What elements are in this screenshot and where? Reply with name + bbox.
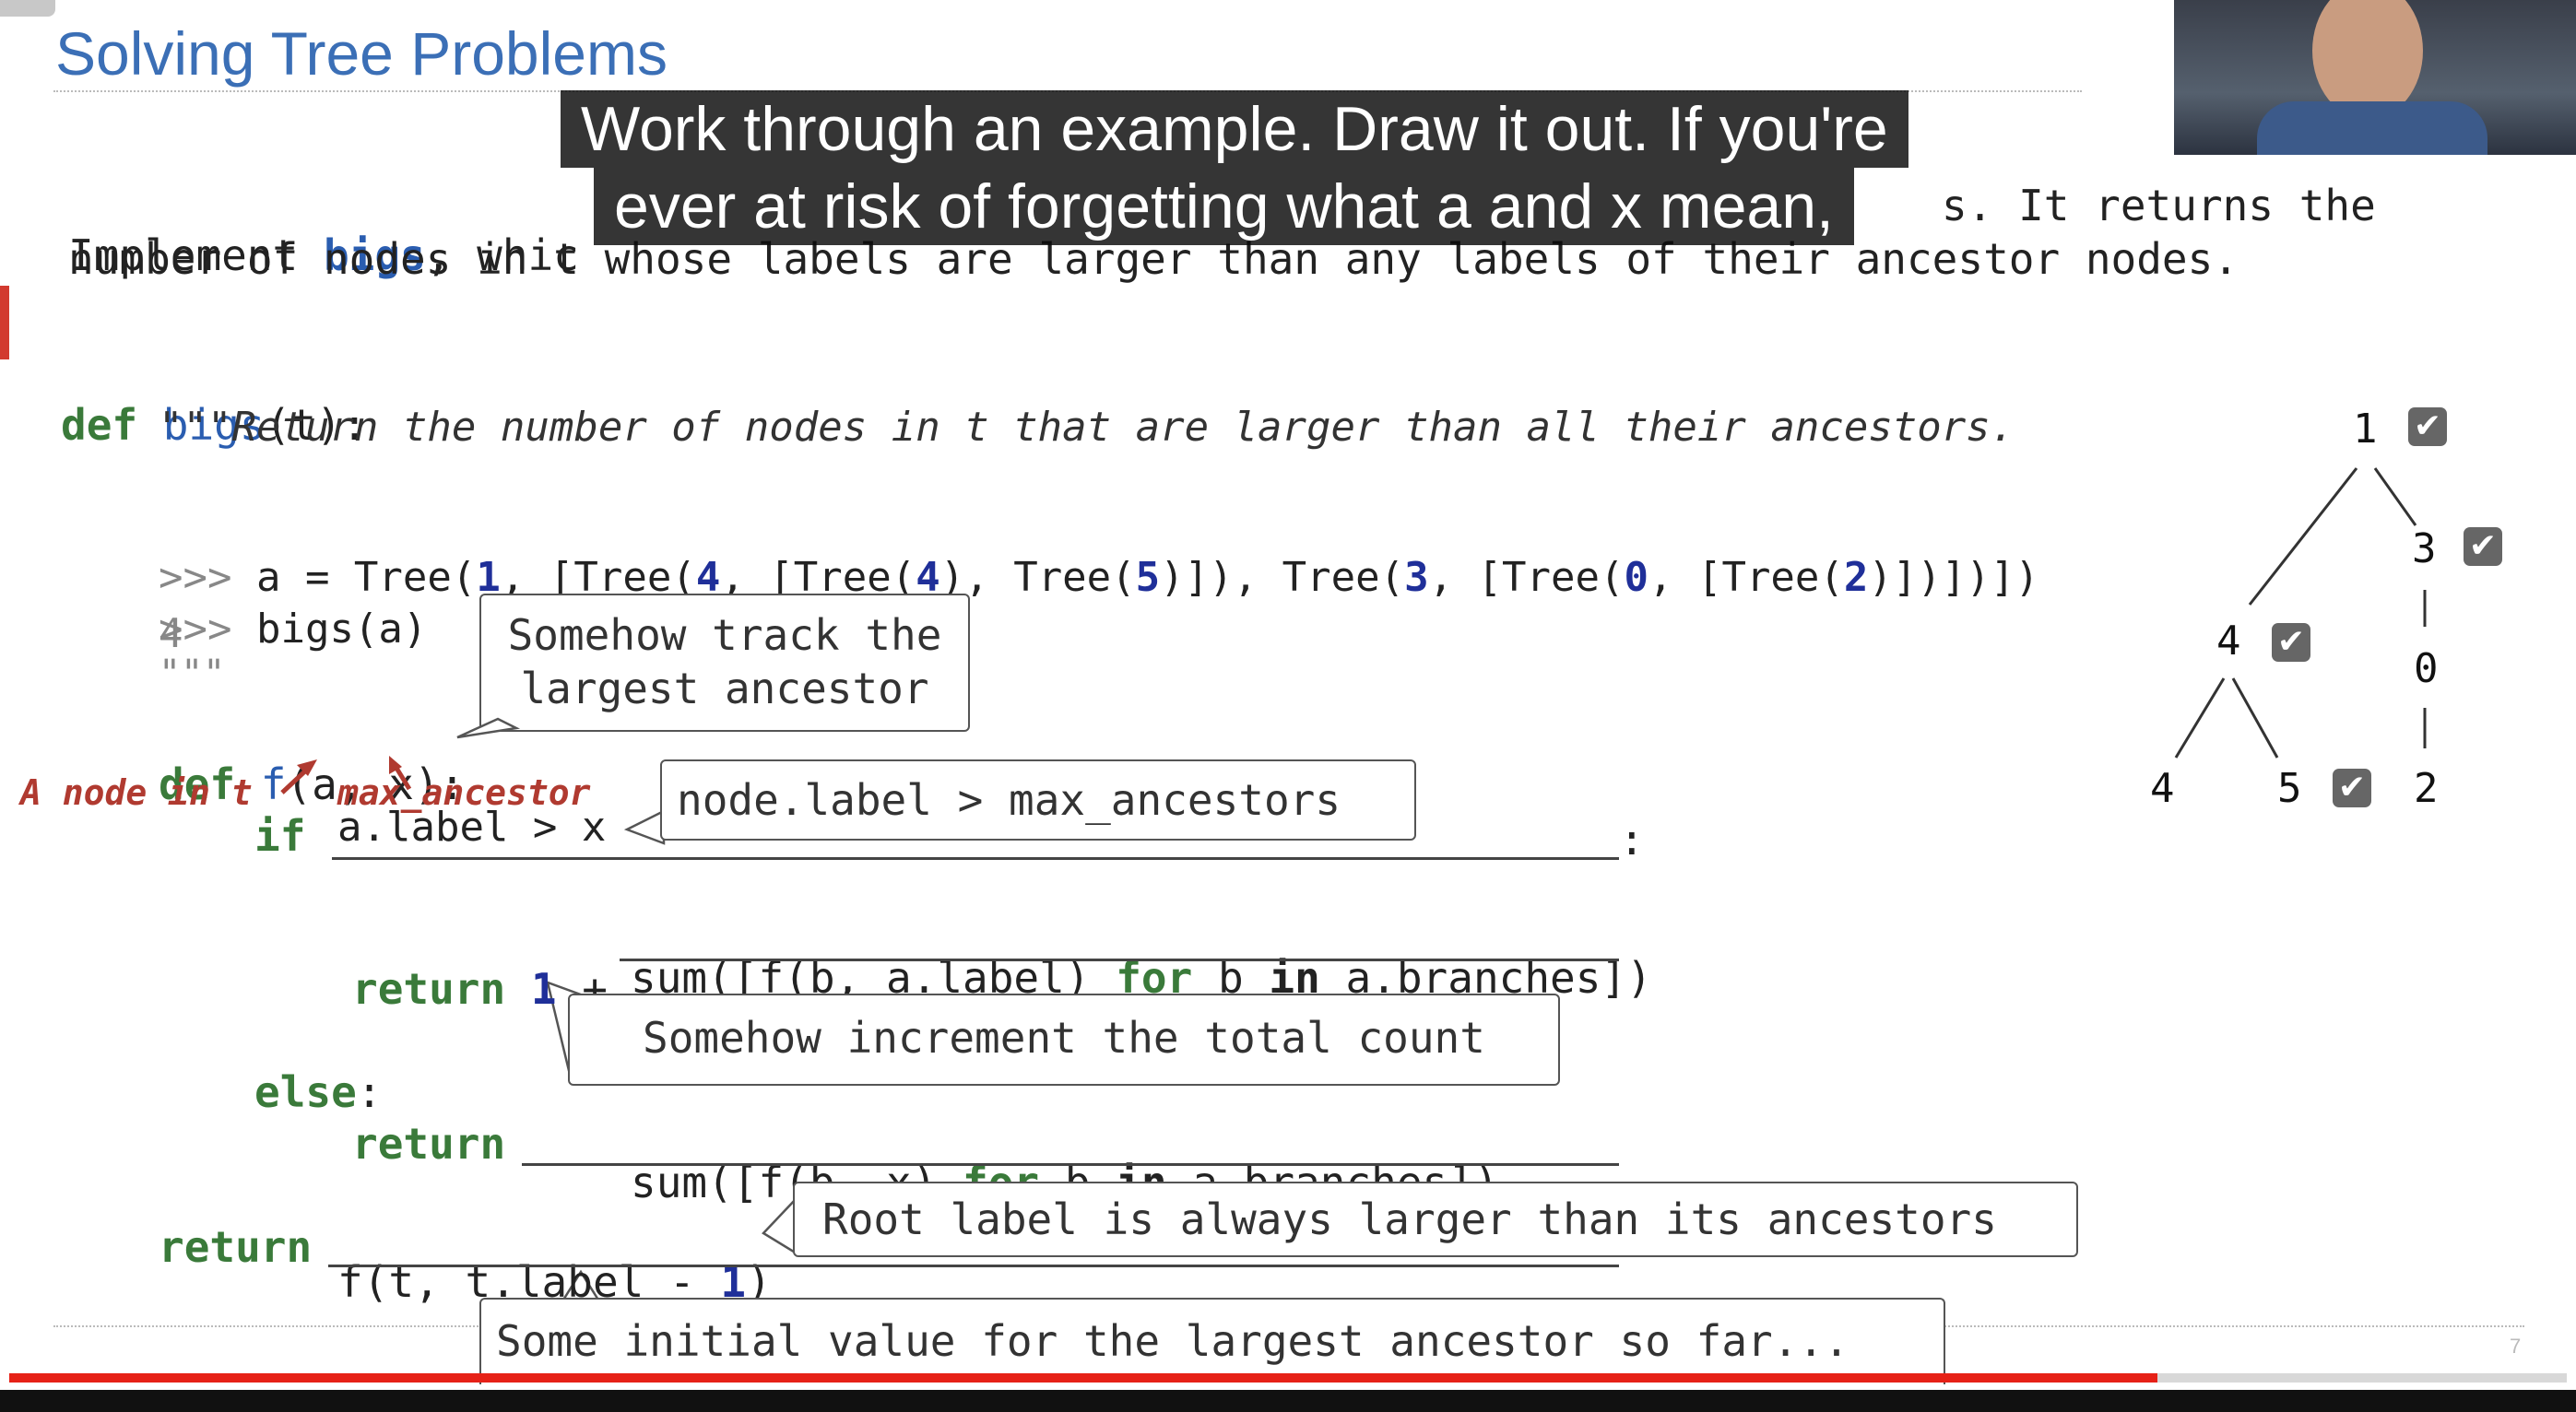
intro-line-1-end: s. It returns the: [1942, 181, 2376, 230]
tree-edge-1-3: [2373, 467, 2417, 526]
player-controls-bar: [0, 1390, 2576, 1412]
callout-track-line2: largest ancestor: [520, 664, 929, 713]
tree-node-4: 4: [2216, 618, 2241, 665]
code-example-tree: >>> a = Tree(1, [Tree(4, [Tree(4), Tree(…: [159, 507, 2039, 601]
tree-node-root: 1: [2353, 406, 2378, 453]
progress-bar-track[interactable]: [9, 1373, 2567, 1383]
tree-node-3: 3: [2412, 525, 2437, 572]
tree-edge-1-4: [2248, 467, 2358, 606]
tree-check-5: ✔: [2333, 769, 2371, 807]
callout-track-line1: Somehow track the: [507, 610, 942, 660]
example-number: 5: [1135, 554, 1161, 601]
slide-number: 7: [2510, 1335, 2522, 1358]
annotation-node-in-t: A node in t: [20, 772, 253, 813]
final-blank-underline: [328, 1265, 1619, 1267]
example-text: , [Tree(: [1648, 554, 1844, 601]
return2-blank-underline: [522, 1163, 1619, 1166]
tree-check-root: ✔: [2408, 407, 2447, 446]
example-number: 3: [1404, 554, 1429, 601]
code-if-blank: a.label > x: [337, 804, 607, 851]
code-docstring: """Return the number of nodes in t that …: [159, 404, 2015, 451]
presenter-shirt: [2257, 101, 2487, 155]
tree-check-3: ✔: [2464, 527, 2502, 566]
inner-def-name: f: [260, 759, 287, 809]
callout-track-largest: Somehow track the largest ancestor: [479, 594, 970, 732]
return1-blank-underline: [620, 959, 1619, 961]
code-example-result: 4: [159, 610, 183, 657]
code-return-2: return: [352, 1119, 506, 1169]
tree-node-5: 5: [2277, 765, 2302, 812]
code-else: else:: [254, 1018, 382, 1117]
callout-initial-value: Some initial value for the largest ances…: [479, 1298, 1945, 1384]
callout-root-label: Root label is always larger than its anc…: [793, 1182, 2078, 1257]
tree-edge-4-4: [2174, 677, 2226, 759]
callout-increment: Somehow increment the total count: [568, 994, 1560, 1086]
code-if-keyword: if: [254, 811, 306, 861]
def-keyword: def: [61, 400, 163, 450]
code-example-call: >>> bigs(a): [159, 559, 427, 653]
webcam-video[interactable]: [2174, 0, 2576, 155]
example-number: 2: [1843, 554, 1869, 601]
code-docstring-end: """: [159, 653, 226, 695]
return-one: 1: [530, 964, 557, 1014]
callout-node-label: node.label > max_ancestors: [660, 759, 1416, 841]
progress-bar-fill: [9, 1373, 2158, 1383]
code-final-return: return: [159, 1222, 313, 1272]
example-text: )]), Tree(: [1160, 554, 1405, 601]
tree-node-2: 2: [2414, 765, 2439, 812]
top-left-tab: [0, 0, 55, 17]
code-return1-blank: sum([f(b, a.label) for b in a.branches]): [631, 903, 1652, 1003]
example-call-text: bigs(a): [255, 606, 428, 653]
caption-line-2: ever at risk of forgetting what a and x …: [594, 168, 1854, 245]
else-colon: :: [356, 1067, 383, 1117]
caption-line-1: Work through an example. Draw it out. If…: [561, 90, 1908, 168]
page-title: Solving Tree Problems: [55, 19, 668, 88]
else-keyword: else: [254, 1067, 357, 1117]
example-number: 0: [1624, 554, 1648, 601]
tree-node-0: 0: [2414, 645, 2439, 692]
example-text: ), Tree(: [939, 554, 1136, 601]
if-blank-underline: [332, 857, 1619, 860]
tree-node-4-leaf: 4: [2150, 765, 2175, 812]
code-final-blank: f(t, t.label - 1): [337, 1207, 772, 1307]
callout-tail-node-label: [623, 808, 666, 845]
tree-edge-4-5: [2231, 677, 2279, 759]
left-red-marker: [0, 286, 9, 359]
code-if-colon: :: [1619, 815, 1645, 865]
return-keyword: return: [352, 964, 506, 1014]
example-text: , [Tree(: [1428, 554, 1625, 601]
example-text: )])])]): [1868, 554, 2039, 601]
tree-check-4: ✔: [2272, 623, 2310, 662]
